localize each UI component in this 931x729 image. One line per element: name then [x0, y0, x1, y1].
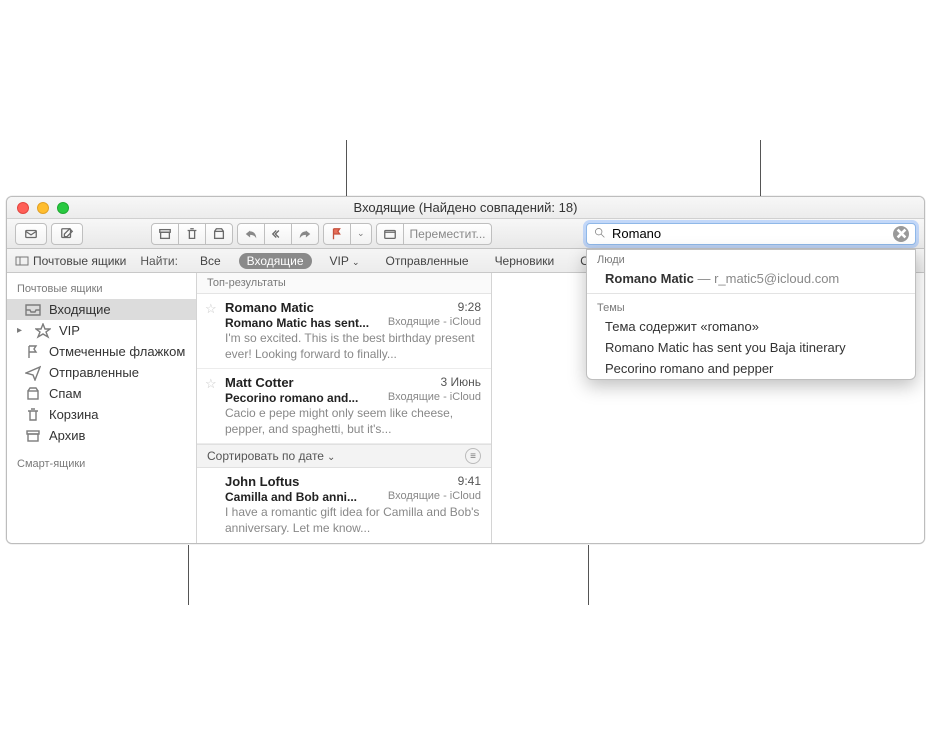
sidebar-section-smart: Смарт-ящики — [7, 454, 196, 474]
flag-group: ⌄ — [323, 223, 372, 245]
message-mailbox: Входящие - iCloud — [388, 391, 481, 405]
toolbar: ⌄ Переместит... — [7, 219, 924, 249]
search-field[interactable] — [586, 223, 916, 245]
message-preview: I'm so excited. This is the best birthda… — [225, 331, 481, 362]
reply-group — [237, 223, 319, 245]
suggestion-topic[interactable]: Pecorino romano and pepper — [587, 358, 915, 379]
forward-button[interactable] — [291, 223, 319, 245]
disclosure-icon[interactable]: ▸ — [17, 325, 27, 336]
suggestion-topic[interactable]: Тема содержит «romano» — [587, 316, 915, 337]
scope-drafts[interactable]: Черновики — [487, 253, 563, 269]
search-suggestions: Люди Romano Matic — r_matic5@icloud.com … — [586, 249, 916, 380]
suggestions-people-header: Люди — [587, 250, 915, 268]
sidebar-item-archive[interactable]: Архив — [7, 425, 196, 446]
flag-button[interactable] — [323, 223, 351, 245]
reply-button[interactable] — [237, 223, 265, 245]
sidebar-item-junk[interactable]: Спам — [7, 383, 196, 404]
sidebar: Почтовые ящики Входящие ▸ VIP Отмеченные… — [7, 273, 197, 543]
sidebar-item-trash[interactable]: Корзина — [7, 404, 196, 425]
move-to-button[interactable] — [376, 223, 404, 245]
sidebar-item-sent[interactable]: Отправленные — [7, 362, 196, 383]
search-container — [586, 223, 916, 245]
top-results-header: Топ-результаты — [197, 273, 491, 294]
filter-button[interactable]: ≡ — [465, 448, 481, 464]
paperplane-icon — [25, 366, 41, 380]
junk-button[interactable] — [205, 223, 233, 245]
window-title: Входящие (Найдено совпадений: 18) — [7, 200, 924, 215]
sort-bar[interactable]: Сортировать по дате⌄ ≡ — [197, 444, 491, 468]
message-item[interactable]: ☆ Romano Matic 9:28 Romano Matic has sent… — [197, 294, 491, 369]
search-icon — [593, 226, 606, 242]
suggestion-person[interactable]: Romano Matic — r_matic5@icloud.com — [587, 268, 915, 289]
message-sender: Romano Matic — [225, 300, 314, 315]
message-subject: Camilla and Bob anni... — [225, 490, 357, 504]
archive-group — [151, 223, 233, 245]
message-mailbox: Входящие - iCloud — [388, 490, 481, 504]
vip-star-icon[interactable]: ☆ — [205, 376, 217, 392]
sidebar-item-inbox[interactable]: Входящие — [7, 299, 196, 320]
message-preview: Cacio e pepe might only seem like cheese… — [225, 406, 481, 437]
archive-button[interactable] — [151, 223, 179, 245]
suggestions-topics-header: Темы — [587, 298, 915, 316]
scope-inbox[interactable]: Входящие — [239, 253, 312, 269]
junk-icon — [25, 387, 41, 401]
clear-search-button[interactable] — [893, 226, 909, 242]
suggestion-topic[interactable]: Romano Matic has sent you Baja itinerary — [587, 337, 915, 358]
mail-window: Входящие (Найдено совпадений: 18) ⌄ Пере… — [6, 196, 925, 544]
delete-button[interactable] — [178, 223, 206, 245]
move-menu-button[interactable]: Переместит... — [403, 223, 493, 245]
compose-button[interactable] — [51, 223, 83, 245]
message-sender: John Loftus — [225, 474, 299, 489]
trash-icon — [25, 408, 41, 422]
vip-star-icon[interactable]: ☆ — [205, 301, 217, 317]
message-mailbox: Входящие - iCloud — [388, 316, 481, 330]
scope-sent[interactable]: Отправленные — [378, 253, 477, 269]
move-group: Переместит... — [376, 223, 493, 245]
sort-label: Сортировать по дате⌄ — [207, 449, 335, 463]
message-list: Топ-результаты ☆ Romano Matic 9:28 Romano… — [197, 273, 492, 543]
titlebar: Входящие (Найдено совпадений: 18) — [7, 197, 924, 219]
mailboxes-toggle[interactable]: Почтовые ящики — [15, 254, 126, 268]
message-time: 9:41 — [458, 474, 481, 489]
sidebar-section-mailboxes: Почтовые ящики — [7, 279, 196, 299]
flag-icon — [25, 345, 41, 359]
inbox-icon — [25, 303, 41, 317]
message-subject: Romano Matic has sent... — [225, 316, 369, 330]
sidebar-item-flagged[interactable]: Отмеченные флажком — [7, 341, 196, 362]
find-label: Найти: — [140, 254, 178, 268]
message-sender: Matt Cotter — [225, 375, 294, 390]
message-subject: Pecorino romano and... — [225, 391, 358, 405]
separator — [587, 293, 915, 294]
search-input[interactable] — [612, 226, 887, 241]
flag-menu-button[interactable]: ⌄ — [350, 223, 372, 245]
message-time: 9:28 — [458, 300, 481, 315]
star-icon — [35, 324, 51, 338]
callout-line — [588, 545, 589, 605]
scope-all[interactable]: Все — [192, 253, 229, 269]
sidebar-item-vip[interactable]: ▸ VIP — [7, 320, 196, 341]
get-mail-button[interactable] — [15, 223, 47, 245]
callout-line — [188, 545, 189, 605]
message-time: 3 Июнь — [440, 375, 481, 390]
reply-all-button[interactable] — [264, 223, 292, 245]
scope-vip[interactable]: VIP ⌄ — [322, 253, 368, 269]
message-preview: I have a romantic gift idea for Camilla … — [225, 505, 481, 536]
message-item[interactable]: John Loftus 9:41 Camilla and Bob anni... В… — [197, 468, 491, 543]
archive-icon — [25, 429, 41, 443]
message-item[interactable]: ☆ Matt Cotter 3 Июнь Pecorino romano and.… — [197, 369, 491, 444]
